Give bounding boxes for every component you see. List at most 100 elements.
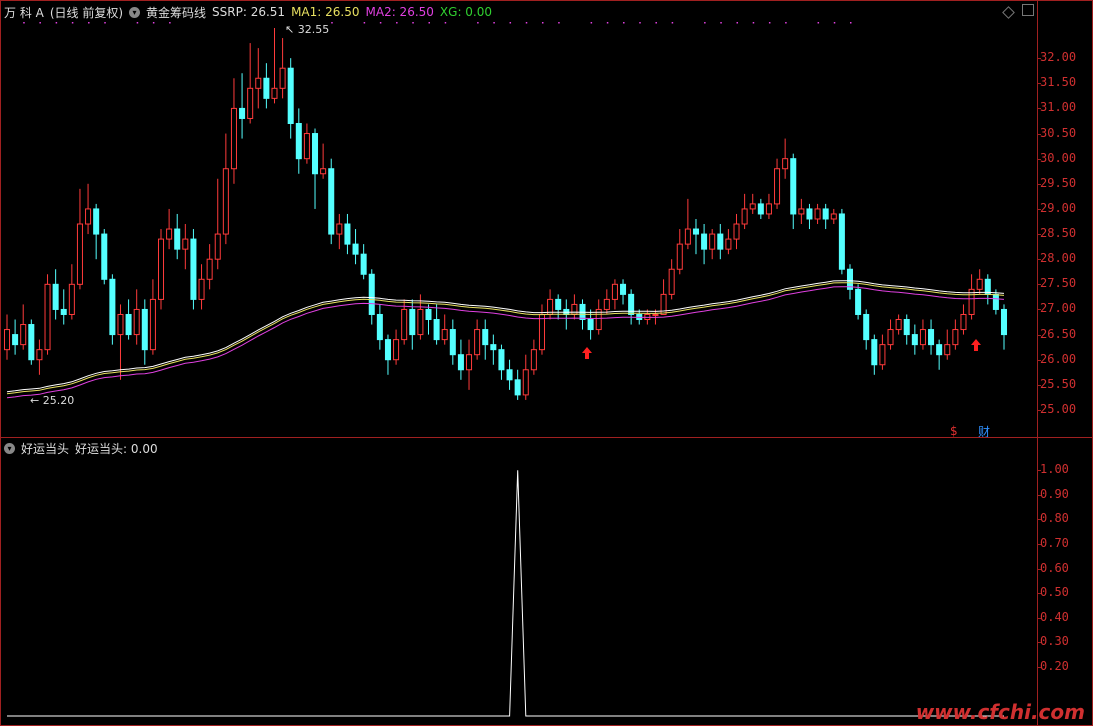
top-dot (720, 22, 722, 24)
top-dot (541, 22, 544, 24)
top-dot (704, 22, 706, 24)
candle-body (271, 87, 278, 99)
candle-body (798, 208, 805, 215)
top-dot (379, 22, 382, 24)
candle-body (603, 298, 610, 310)
top-dot (752, 22, 755, 24)
sub-tick (1037, 617, 1041, 619)
top-dot (55, 22, 58, 24)
candle-body (401, 308, 408, 341)
candle-body (174, 228, 181, 250)
candle-body (60, 308, 67, 315)
top-dot (169, 22, 171, 24)
candle-body (198, 278, 205, 300)
top-dot (768, 22, 771, 24)
candle-body (441, 329, 448, 341)
candle-body (409, 308, 416, 336)
candle-body (895, 319, 902, 331)
top-dot (71, 22, 74, 24)
candle-body (101, 233, 108, 280)
candle-body (506, 369, 513, 381)
candle-body (911, 334, 918, 346)
candle-body (774, 168, 781, 205)
candle-body (863, 313, 870, 341)
candle-body (928, 329, 935, 346)
candle-body (733, 223, 740, 240)
top-dot (412, 22, 414, 24)
sub-tick (1037, 666, 1041, 668)
candle-body (344, 223, 351, 245)
buy-arrow-icon (971, 339, 981, 351)
candle-body (952, 329, 959, 346)
top-dot (396, 22, 398, 24)
sub-tick-label: 0.80 (1040, 511, 1069, 526)
top-dot (88, 22, 90, 24)
candle-body (303, 133, 310, 160)
candle-body (36, 349, 43, 361)
candle-body (482, 329, 489, 346)
candle-body (44, 283, 51, 351)
sub-tick-label: 0.20 (1040, 658, 1069, 673)
candle-body (425, 308, 432, 321)
candle-body (652, 313, 659, 316)
candle-body (474, 329, 481, 356)
top-dot (606, 22, 609, 24)
candle-body (960, 313, 967, 331)
sub-tick-label: 0.70 (1040, 536, 1069, 550)
sub-tick-label: 0.40 (1040, 609, 1069, 624)
candle-body (806, 208, 813, 220)
candle-body (976, 278, 983, 290)
collapse-icon[interactable]: ▾ (4, 442, 15, 454)
sub-tick (1037, 593, 1041, 595)
candle-body (239, 107, 246, 119)
sub-header: ▾ 好运当头 好运当头: 0.00 (4, 439, 158, 457)
candle-body (157, 238, 165, 300)
candle-body (611, 283, 618, 300)
candle-body (587, 319, 594, 331)
candle-body (12, 334, 19, 346)
top-dot (833, 22, 836, 24)
top-dot (493, 22, 495, 24)
sub-value: 好运当头: 0.00 (75, 441, 158, 456)
candle-body (3, 329, 11, 351)
candle-body (255, 77, 262, 89)
candle-body (838, 213, 845, 270)
top-dot (23, 22, 25, 24)
candle-body (855, 288, 862, 315)
candle-body (903, 319, 910, 336)
candle-body (76, 223, 83, 285)
candle-body (352, 243, 359, 255)
top-dot (736, 22, 739, 24)
candle-body (668, 268, 675, 295)
candle-body (190, 238, 197, 300)
candle-body (530, 349, 537, 371)
candle-body (749, 203, 756, 210)
candle-body (52, 283, 59, 310)
candle-body (166, 228, 173, 240)
candle-body (709, 233, 716, 250)
ssrp-line (6, 280, 1005, 393)
candle-body (466, 354, 473, 371)
candle-body (279, 67, 286, 89)
candle-body (790, 158, 797, 215)
watermark: www.cfchi.com (915, 700, 1085, 724)
candle-body (328, 168, 335, 235)
top-dot (590, 22, 593, 24)
candle-body (555, 298, 562, 310)
candle-body (620, 283, 627, 295)
candle-body (522, 369, 529, 396)
candle-body (879, 344, 886, 366)
sub-title[interactable]: 好运当头 (21, 440, 69, 457)
sub-tick-label: 0.30 (1040, 634, 1069, 649)
candle-body (376, 313, 383, 341)
top-dot (136, 22, 139, 24)
sub-chart-panel[interactable]: ▾ 好运当头 好运当头: 0.00 1.00 0.90 0.80 0.70 0.60 0.… (0, 437, 1093, 726)
candle-body (514, 379, 521, 396)
top-dot (655, 22, 657, 24)
candle-body (1000, 308, 1008, 336)
candle-body (822, 208, 829, 220)
top-dot (785, 22, 787, 24)
sub-tick-label: 1.00 (1040, 462, 1069, 477)
candle-body (571, 303, 578, 315)
top-dot (509, 22, 512, 24)
